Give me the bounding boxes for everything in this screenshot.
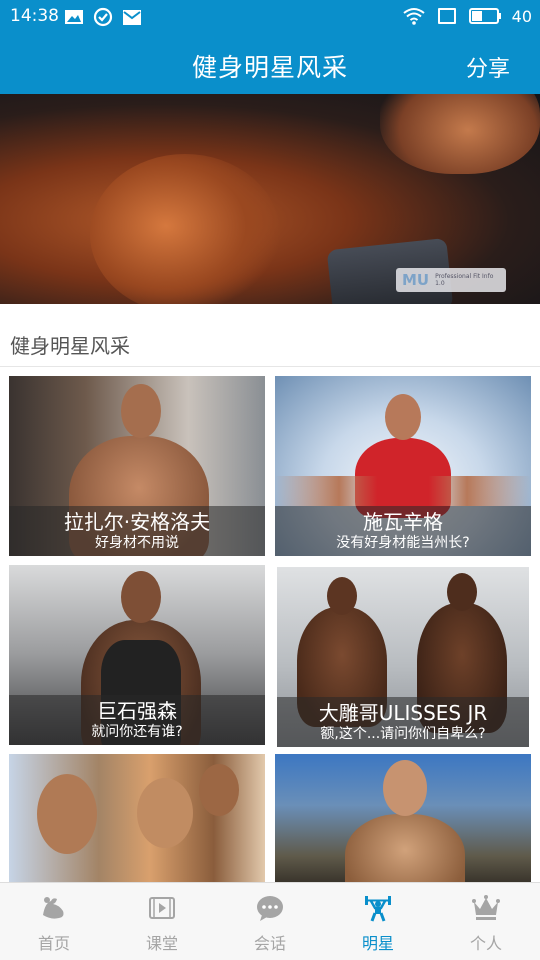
bottom-tab-bar: 首页 课堂 会话 明星 个人 <box>0 882 540 960</box>
star-photo <box>275 754 531 882</box>
battery-icon <box>468 8 501 24</box>
check-circle-icon <box>93 7 113 27</box>
banner-image[interactable]: MU Professional Fit Info 1.0 <box>0 94 540 304</box>
star-name: 大雕哥ULISSES JR <box>318 701 488 725</box>
star-card[interactable]: 拉扎尔·安格洛夫 好身材不用说 <box>9 376 265 556</box>
star-subtitle: 额,这个...请问你们自卑么? <box>320 726 486 742</box>
tab-label: 课堂 <box>145 934 178 953</box>
tab-stars[interactable]: 明星 <box>324 883 432 960</box>
tab-label: 会话 <box>253 934 286 953</box>
muscle-icon <box>43 897 64 919</box>
section-divider <box>0 366 540 367</box>
tab-home[interactable]: 首页 <box>0 883 108 960</box>
tab-label: 个人 <box>469 934 502 953</box>
star-caption: 施瓦辛格 没有好身材能当州长? <box>275 506 531 556</box>
star-card[interactable]: 巨石强森 就问你还有谁? <box>9 565 265 745</box>
battery-level: 40 <box>511 6 532 26</box>
image-notification-icon <box>65 10 83 24</box>
section-title: 健身明星风采 <box>10 334 130 358</box>
star-subtitle: 没有好身材能当州长? <box>336 535 470 551</box>
weightlifter-icon <box>365 896 391 922</box>
app-header: 健身明星风采 分享 <box>0 34 540 94</box>
tab-profile[interactable]: 个人 <box>432 883 540 960</box>
star-subtitle: 好身材不用说 <box>95 535 179 551</box>
banner-hand-shape <box>380 94 540 174</box>
video-icon <box>149 897 175 919</box>
star-name: 拉扎尔·安格洛夫 <box>63 510 211 534</box>
star-card[interactable] <box>9 754 265 882</box>
star-name: 施瓦辛格 <box>363 510 443 534</box>
star-caption: 大雕哥ULISSES JR 额,这个...请问你们自卑么? <box>277 697 529 747</box>
star-name: 巨石强森 <box>97 699 177 723</box>
star-card[interactable]: 大雕哥ULISSES JR 额,这个...请问你们自卑么? <box>277 567 529 747</box>
tab-label: 首页 <box>37 934 70 953</box>
star-card[interactable]: 施瓦辛格 没有好身材能当州长? <box>275 376 531 556</box>
star-caption: 拉扎尔·安格洛夫 好身材不用说 <box>9 506 265 556</box>
star-caption: 巨石强森 就问你还有谁? <box>9 695 265 745</box>
star-subtitle: 就问你还有谁? <box>91 724 183 740</box>
tab-chat[interactable]: 会话 <box>216 883 324 960</box>
mail-icon <box>123 10 141 25</box>
status-time: 14:38 <box>10 6 59 26</box>
status-bar: 14:38 40 <box>0 0 540 34</box>
sim-card-icon <box>437 8 456 24</box>
share-button[interactable]: 分享 <box>466 51 510 83</box>
crown-icon <box>472 895 500 920</box>
star-card[interactable] <box>275 754 531 882</box>
tab-classroom[interactable]: 课堂 <box>108 883 216 960</box>
star-photo <box>9 754 265 882</box>
tab-label: 明星 <box>361 934 394 953</box>
chat-icon <box>257 896 283 921</box>
banner-watermark-logo: MU Professional Fit Info 1.0 <box>396 268 506 292</box>
wifi-icon <box>403 8 425 25</box>
banner-arm-shape <box>90 154 280 304</box>
page-title: 健身明星风采 <box>191 53 348 82</box>
